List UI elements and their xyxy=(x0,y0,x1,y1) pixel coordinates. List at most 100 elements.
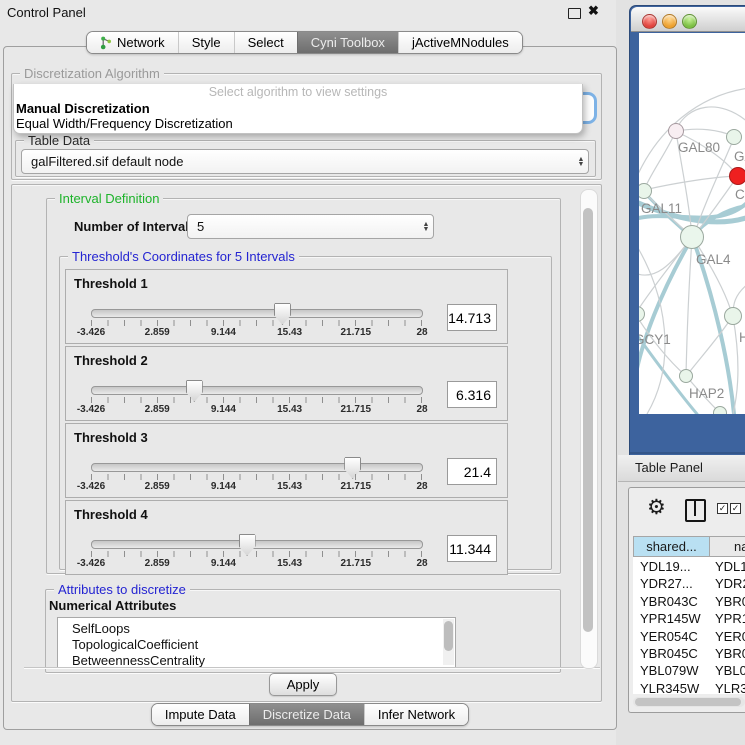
apply-separator xyxy=(24,667,600,668)
close-icon[interactable]: ✖ xyxy=(588,3,599,19)
network-canvas[interactable]: GAL80GACGAL11GAL4GCY1HHAP2 xyxy=(639,33,745,414)
settings-groupbox: Interval Definition Number of Intervals … xyxy=(11,184,602,702)
spinner-arrows-icon[interactable]: ▲▼ xyxy=(419,222,433,232)
threshold-stack: Threshold 1 -3.4262.8599.14415.4321.7152… xyxy=(65,269,508,577)
top-tab-bar: Network Style Select Cyni ToolboxjActiveMNo… xyxy=(86,31,523,54)
cell-shared-name: YDL19... xyxy=(640,559,691,574)
panel-title: Control Panel xyxy=(7,5,86,20)
column-header-name[interactable]: na xyxy=(709,536,745,557)
table-data-label: Table Data xyxy=(24,133,94,148)
algorithm-option-equal-width-frequency-discretization[interactable]: Equal Width/Frequency Discretization xyxy=(14,116,582,131)
slider-scale-label: 9.144 xyxy=(211,481,236,492)
table-row[interactable]: YBR043CYBR0 xyxy=(633,594,745,611)
close-traffic-light-icon[interactable] xyxy=(642,14,657,29)
network-node-label: HAP2 xyxy=(689,386,724,401)
slider-track[interactable] xyxy=(91,540,423,549)
minimize-traffic-light-icon[interactable] xyxy=(662,14,677,29)
network-node-c[interactable] xyxy=(729,167,745,185)
table-row[interactable]: YPR145WYPR1 xyxy=(633,611,745,628)
checkbox-icon[interactable]: ✓ xyxy=(717,503,728,514)
table-horizontal-scrollbar[interactable] xyxy=(633,697,745,707)
cell-shared-name: YER054C xyxy=(640,629,698,644)
network-node-label: GA xyxy=(734,149,745,164)
network-node-gal80[interactable] xyxy=(668,123,684,139)
table-header-row: shared... na xyxy=(633,536,745,558)
slider-ticks xyxy=(91,320,422,326)
float-icon[interactable] xyxy=(568,8,581,19)
attribute-item-selfloops[interactable]: SelfLoops xyxy=(72,621,455,637)
network-node-ga[interactable] xyxy=(726,129,742,145)
split-view-icon[interactable] xyxy=(685,499,706,522)
attributes-list-scrollbar[interactable] xyxy=(443,619,454,665)
slider-scale-label: 28 xyxy=(416,558,427,569)
tab-discretize-data[interactable]: Discretize Data xyxy=(249,704,364,725)
attribute-item-topologicalcoefficient[interactable]: TopologicalCoefficient xyxy=(72,637,455,653)
cell-name: YBR0 xyxy=(715,646,745,661)
network-node-hap2[interactable] xyxy=(679,369,693,383)
network-node-gal4[interactable] xyxy=(680,225,704,249)
zoom-traffic-light-icon[interactable] xyxy=(682,14,697,29)
interval-definition-groupbox: Interval Definition Number of Intervals … xyxy=(46,198,561,574)
slider-scale-label: -3.426 xyxy=(77,481,105,492)
column-header-shared-name[interactable]: shared... xyxy=(633,536,710,557)
number-of-intervals-label: Number of Intervals xyxy=(74,219,196,234)
tab-jactivemnodules[interactable]: jActiveMNodules xyxy=(398,32,522,53)
table-data-combobox[interactable]: galFiltered.sif default node ▲▼ xyxy=(21,149,589,174)
attribute-item-betweennesscentrality[interactable]: BetweennessCentrality xyxy=(72,653,455,668)
slider-track[interactable] xyxy=(91,463,423,472)
cell-shared-name: YDR27... xyxy=(640,576,693,591)
number-of-intervals-combobox[interactable]: 5 ▲▼ xyxy=(187,214,434,239)
slider-scale-label: 21.715 xyxy=(341,404,372,415)
network-node[interactable] xyxy=(713,406,727,414)
tab-label: Discretize Data xyxy=(263,707,351,722)
threshold-label: Threshold 1 xyxy=(74,276,148,291)
slider-scale-label: -3.426 xyxy=(77,327,105,338)
table-panel-title: Table Panel xyxy=(635,460,703,475)
cell-shared-name: YPR145W xyxy=(640,611,701,626)
network-node-label: GAL4 xyxy=(696,252,731,267)
threshold-value-box[interactable]: 6.316 xyxy=(447,381,497,408)
tab-impute-data[interactable]: Impute Data xyxy=(152,704,249,725)
slider-ticks xyxy=(91,397,422,403)
cell-name: YBL0 xyxy=(715,663,745,678)
cell-shared-name: YBL079W xyxy=(640,663,699,678)
node-table[interactable]: shared... na YDL19...YDL1YDR27...YDR2YBR… xyxy=(633,536,745,694)
threshold-value-box[interactable]: 11.344 xyxy=(447,535,497,562)
network-window-titlebar[interactable] xyxy=(631,7,745,32)
table-row[interactable]: YBL079W YBL0 xyxy=(633,663,745,680)
numerical-attributes-list[interactable]: SelfLoopsTopologicalCoefficientBetweenne… xyxy=(57,617,456,668)
tab-select[interactable]: Select xyxy=(234,32,297,53)
slider-track[interactable] xyxy=(91,386,423,395)
slider-scale-label: 15.43 xyxy=(277,404,302,415)
table-data-combobox-value: galFiltered.sif default node xyxy=(22,154,574,169)
cell-name: YER0 xyxy=(715,629,745,644)
tab-network[interactable]: Network xyxy=(87,32,178,53)
apply-button[interactable]: Apply xyxy=(269,673,337,696)
spinner-arrows-icon[interactable]: ▲▼ xyxy=(574,157,588,167)
slider-scale-label: -3.426 xyxy=(77,558,105,569)
tab-label: Network xyxy=(117,35,165,50)
table-row[interactable]: YER054C YER0 xyxy=(633,629,745,646)
threshold-value-box[interactable]: 21.4 xyxy=(447,458,497,485)
numerical-attributes-label: Numerical Attributes xyxy=(49,598,176,613)
checkbox-icon[interactable]: ✓ xyxy=(730,503,741,514)
table-row[interactable]: YDR27...YDR2 xyxy=(633,576,745,593)
gear-icon[interactable]: ⚙ xyxy=(647,496,666,520)
slider-track[interactable] xyxy=(91,309,423,318)
discretization-algorithm-label: Discretization Algorithm xyxy=(20,66,164,81)
bottom-tab-bar: Impute Data Discretize Data Infer Network xyxy=(151,703,469,726)
threshold-value-box[interactable]: 14.713 xyxy=(447,304,497,331)
tab-style[interactable]: Style xyxy=(178,32,234,53)
table-row[interactable]: YDL19...YDL1 xyxy=(633,559,745,576)
network-node-h[interactable] xyxy=(724,307,742,325)
threshold-coordinates-groupbox: Threshold's Coordinates for 5 Intervals … xyxy=(59,256,552,570)
tab-label: Select xyxy=(248,35,284,50)
slider-scale-label: 9.144 xyxy=(211,327,236,338)
algorithm-option-manual-discretization[interactable]: Manual Discretization xyxy=(14,101,582,116)
settings-scrollbar[interactable] xyxy=(580,189,598,669)
table-row[interactable]: YBR045CYBR0 xyxy=(633,646,745,663)
number-of-intervals-value: 5 xyxy=(188,219,419,234)
tab-cyni-toolbox[interactable]: Cyni Toolbox xyxy=(297,32,398,53)
table-row[interactable]: YLR345WYLR3 xyxy=(633,681,745,694)
tab-infer-network[interactable]: Infer Network xyxy=(364,704,468,725)
